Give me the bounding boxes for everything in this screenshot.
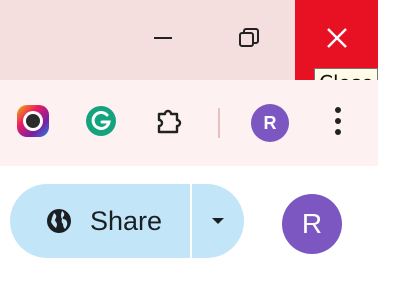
color-picker-extension[interactable] — [14, 104, 52, 142]
restore-icon — [237, 26, 261, 55]
browser-menu-button[interactable] — [326, 104, 350, 142]
minimize-button[interactable] — [130, 0, 196, 80]
account-initial: R — [301, 208, 323, 239]
globe-icon — [44, 206, 74, 236]
browser-toolbar — [0, 80, 378, 166]
color-picker-icon — [15, 103, 51, 144]
caret-down-icon — [211, 212, 225, 230]
profile-initial: R — [263, 112, 277, 133]
toolbar-separator — [218, 108, 220, 138]
restore-button[interactable] — [216, 0, 282, 80]
grammarly-icon — [84, 104, 118, 143]
close-icon — [325, 26, 349, 55]
account-avatar[interactable]: R — [282, 194, 342, 254]
profile-avatar[interactable]: R — [251, 104, 289, 142]
minimize-icon — [152, 27, 174, 54]
extensions-button[interactable] — [150, 104, 188, 142]
share-button[interactable]: Share — [10, 184, 180, 258]
share-label: Share — [90, 205, 163, 236]
more-vert-icon — [334, 106, 342, 141]
grammarly-extension[interactable] — [82, 104, 120, 142]
share-control: Share — [10, 184, 244, 258]
puzzle-piece-icon — [153, 105, 185, 142]
share-dropdown-button[interactable] — [192, 184, 244, 258]
